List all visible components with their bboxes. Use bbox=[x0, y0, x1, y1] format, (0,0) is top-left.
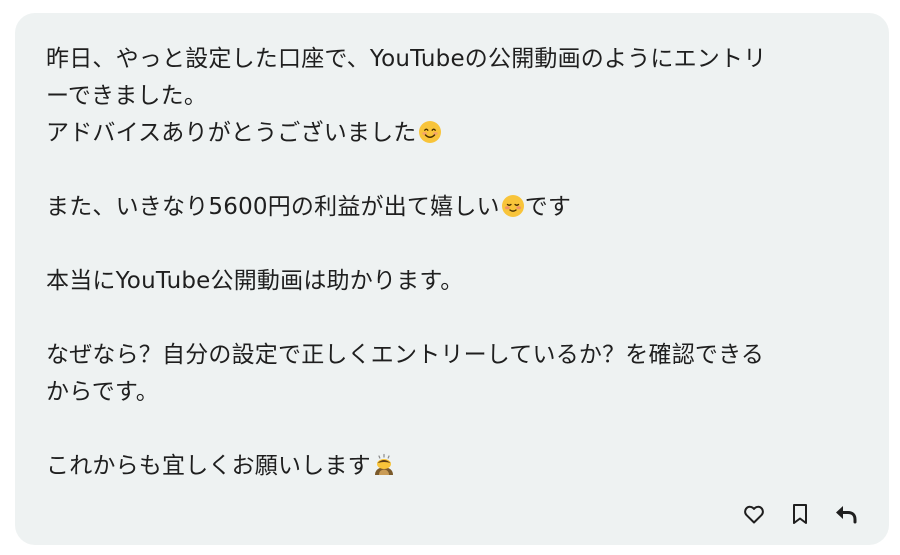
smiling-face-icon bbox=[418, 121, 441, 143]
like-button[interactable] bbox=[741, 501, 767, 527]
message-line: これからも宜しくお願いします bbox=[46, 448, 859, 485]
bowing-person-icon bbox=[374, 453, 393, 475]
message-card: 昨日、やっと設定した口座で、YouTubeの公開動画のようにエントリ ーできまし… bbox=[15, 13, 889, 545]
message-text: 昨日、やっと設定した口座で、YouTubeの公開動画のようにエントリ ーできまし… bbox=[46, 41, 859, 485]
message-line-text: アドバイスありがとうございました bbox=[46, 120, 417, 146]
bookmark-icon bbox=[793, 504, 807, 524]
relieved-smile-icon bbox=[501, 195, 524, 217]
message-line: からです。 bbox=[46, 379, 160, 405]
message-line: ーできました。 bbox=[46, 83, 208, 109]
reply-icon bbox=[836, 506, 857, 524]
bookmark-button[interactable] bbox=[787, 501, 813, 527]
message-line: 昨日、やっと設定した口座で、YouTubeの公開動画のようにエントリ bbox=[46, 46, 767, 72]
message-line-text: これからも宜しくお願いします bbox=[46, 453, 371, 479]
message-line-text: また、いきなり5600円の利益が出て嬉しい bbox=[46, 194, 500, 220]
message-actions bbox=[741, 501, 859, 527]
message-line: 本当にYouTube公開動画は助かります。 bbox=[46, 268, 464, 294]
message-line: なぜなら？自分の設定で正しくエントリーしているか？を確認できる bbox=[46, 342, 765, 368]
reply-button[interactable] bbox=[833, 501, 859, 527]
heart-icon bbox=[744, 505, 764, 524]
message-line: また、いきなり5600円の利益が出て嬉しい です bbox=[46, 189, 859, 226]
message-line-text: です bbox=[524, 194, 572, 220]
message-line: アドバイスありがとうございました bbox=[46, 115, 859, 152]
